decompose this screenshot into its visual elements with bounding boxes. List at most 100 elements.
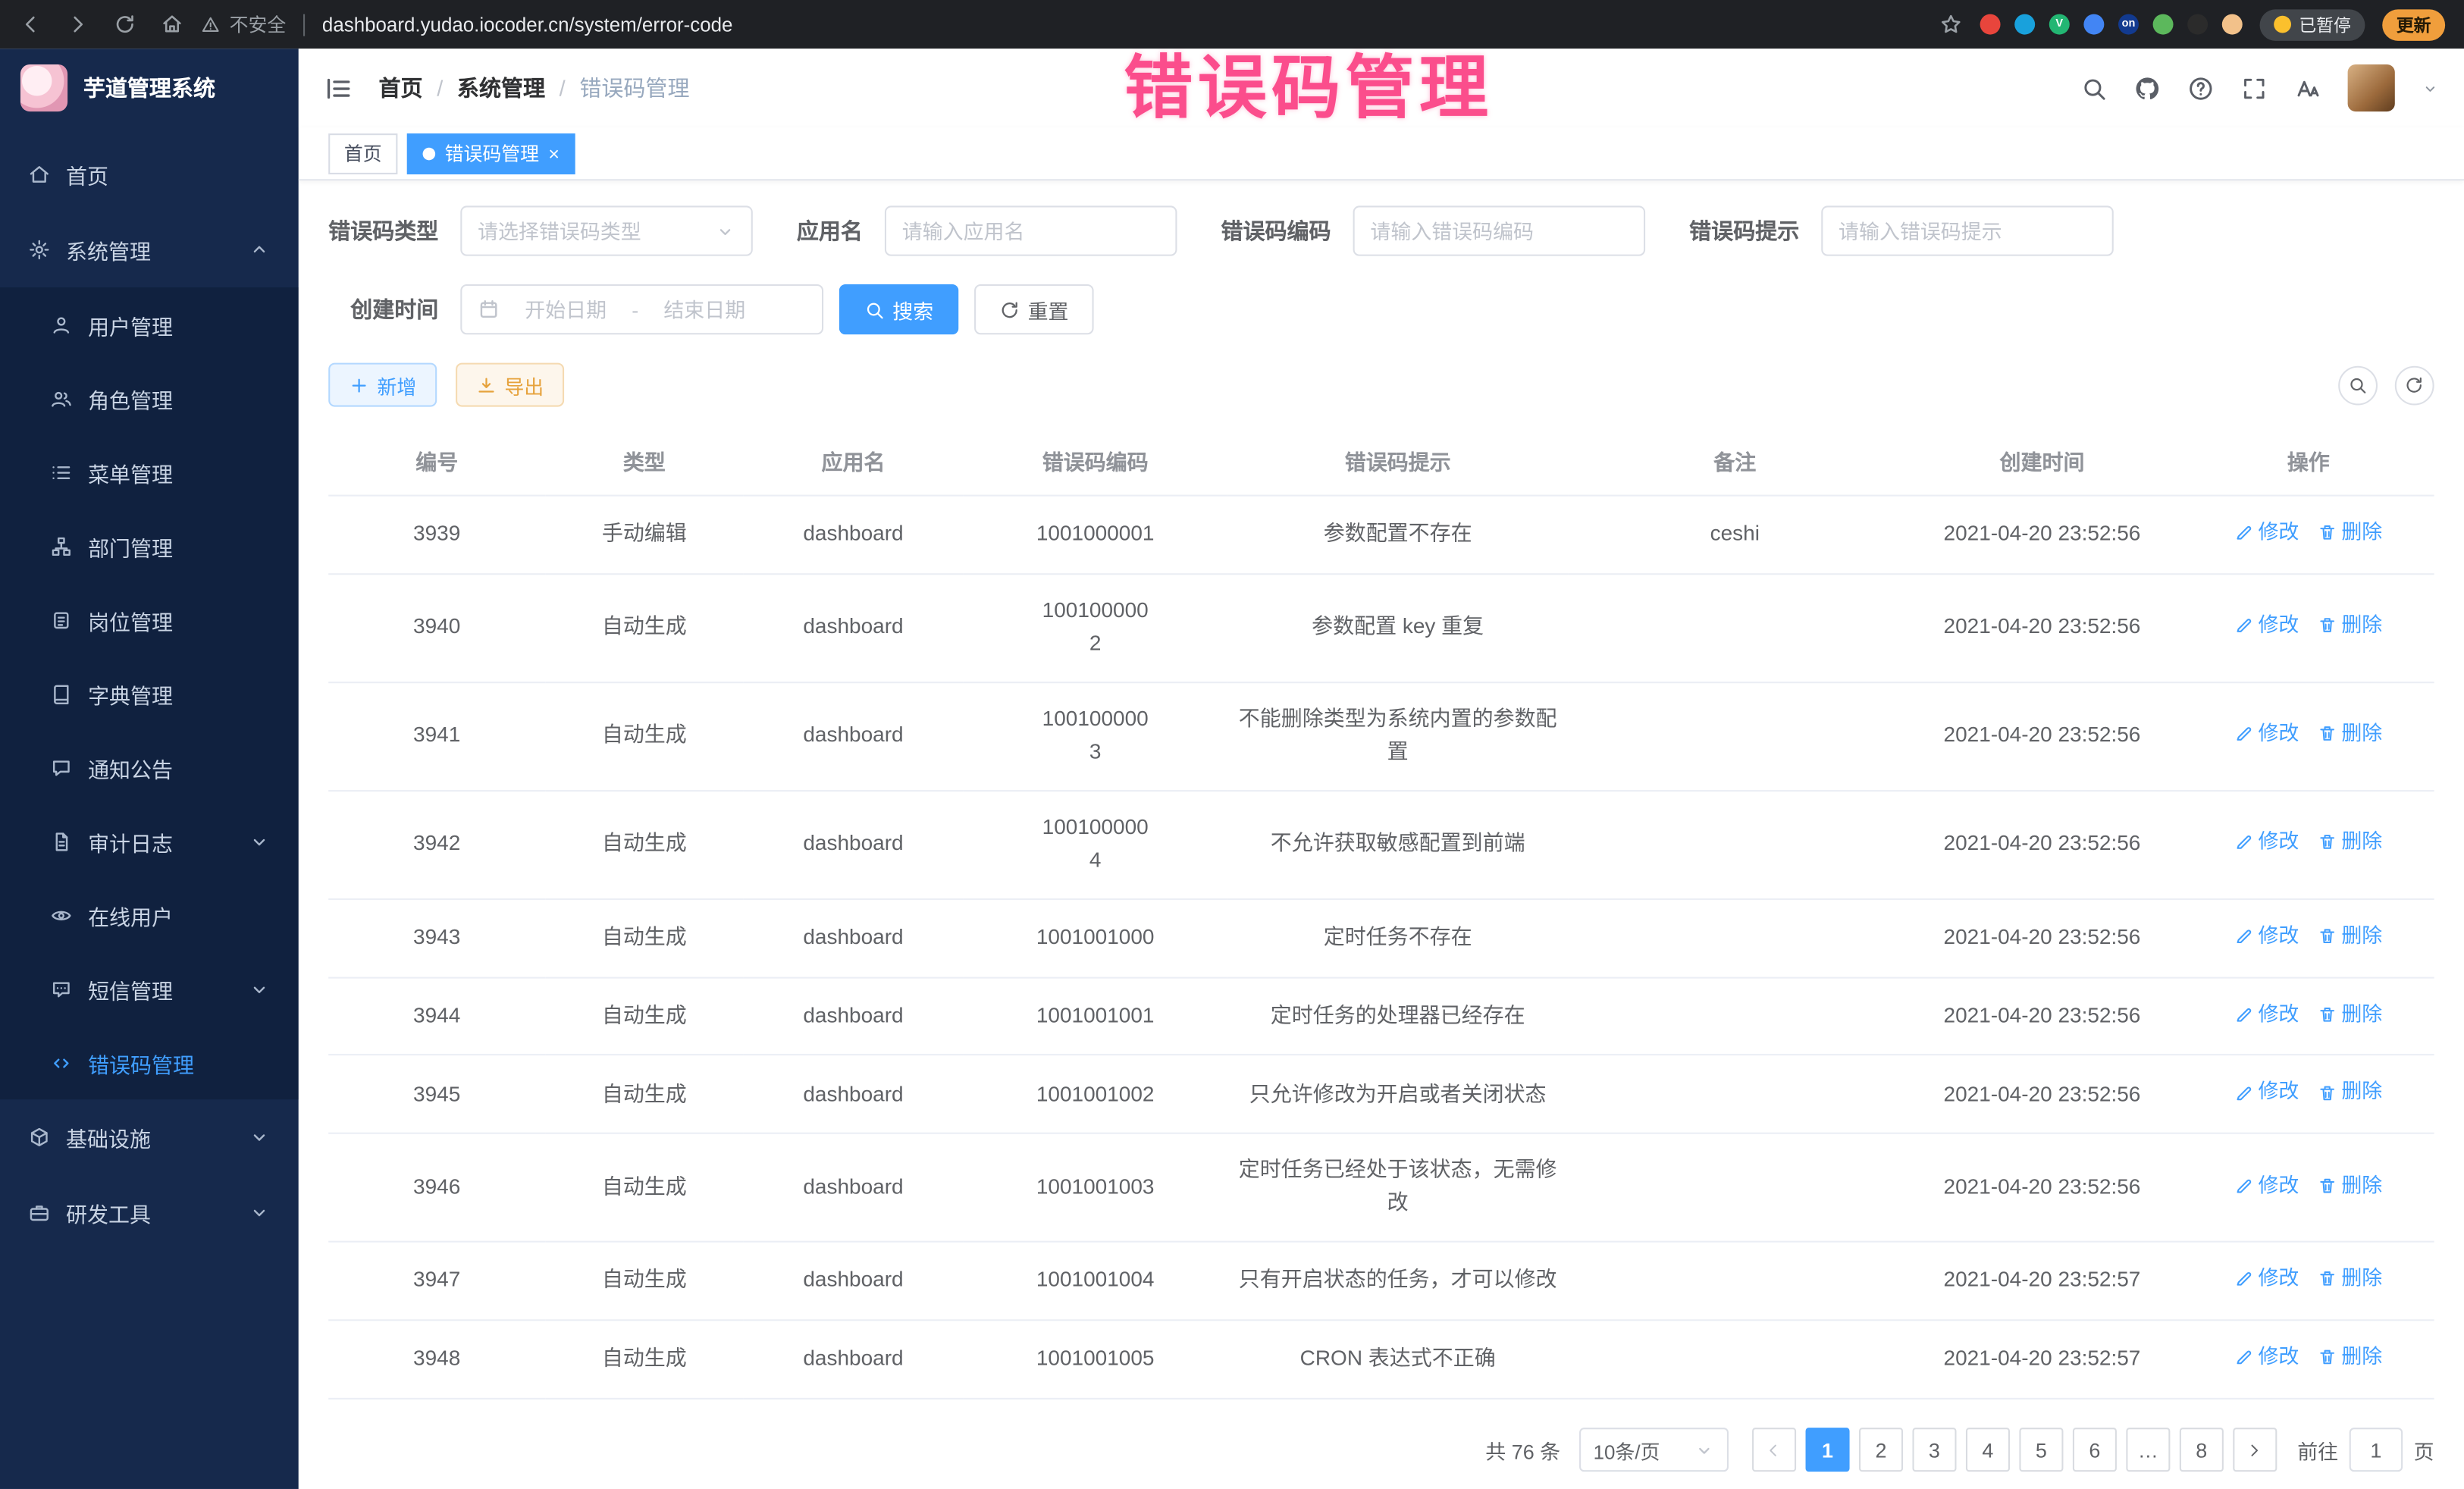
sidebar-item-tree[interactable]: 部门管理 — [0, 509, 299, 582]
sidebar-item-sms[interactable]: 短信管理 — [0, 951, 299, 1025]
bookmark-star-icon[interactable] — [1939, 13, 1963, 36]
sidebar-toggle-icon[interactable] — [324, 73, 353, 102]
extension-leaf-icon[interactable] — [2153, 14, 2174, 35]
edit-button[interactable]: 修改 — [2234, 826, 2299, 858]
fullscreen-icon[interactable] — [2241, 74, 2268, 101]
delete-button[interactable]: 删除 — [2318, 998, 2382, 1030]
delete-button[interactable]: 删除 — [2318, 610, 2382, 642]
edit-button[interactable]: 修改 — [2234, 610, 2299, 642]
browser-home-icon[interactable] — [160, 13, 183, 36]
error-msg-field[interactable] — [1821, 205, 2114, 255]
cell-time: 2021-04-20 23:52:56 — [1901, 1134, 2183, 1243]
error-type-select-input[interactable] — [478, 219, 706, 243]
edit-button[interactable]: 修改 — [2234, 718, 2299, 750]
pager-prev-button[interactable] — [1752, 1428, 1796, 1472]
date-start-input[interactable] — [509, 298, 622, 321]
edit-button[interactable]: 修改 — [2234, 1170, 2299, 1202]
breadcrumb-item[interactable]: 首页 — [379, 72, 423, 103]
delete-button[interactable]: 删除 — [2318, 1170, 2382, 1202]
extension-pin-icon[interactable] — [2187, 14, 2208, 35]
edit-button[interactable]: 修改 — [2234, 517, 2299, 549]
help-icon[interactable] — [2187, 74, 2214, 101]
export-button[interactable]: 导出 — [456, 363, 564, 407]
sidebar-item-home[interactable]: 首页 — [0, 136, 299, 212]
edit-button[interactable]: 修改 — [2234, 1342, 2299, 1374]
sidebar-item-toolbox[interactable]: 研发工具 — [0, 1175, 299, 1250]
sidebar-item-user[interactable]: 用户管理 — [0, 287, 299, 361]
sidebar-item-message[interactable]: 通知公告 — [0, 730, 299, 804]
refresh-table-button[interactable] — [2395, 365, 2434, 405]
extension-grid-icon[interactable] — [2083, 14, 2104, 35]
sidebar-item-users[interactable]: 角色管理 — [0, 361, 299, 434]
sidebar-item-badge[interactable]: 岗位管理 — [0, 583, 299, 657]
close-icon[interactable]: × — [548, 144, 560, 163]
tab-error-code[interactable]: 错误码管理× — [407, 133, 575, 174]
delete-button[interactable]: 删除 — [2318, 826, 2382, 858]
browser-back-icon[interactable] — [19, 13, 42, 36]
update-button[interactable]: 更新 — [2382, 8, 2445, 39]
pager-page-button[interactable]: 5 — [2019, 1428, 2063, 1472]
url-text[interactable]: dashboard.yudao.iocoder.cn/system/error-… — [322, 14, 733, 36]
date-end-input[interactable] — [648, 298, 761, 321]
pager-next-button[interactable] — [2233, 1428, 2277, 1472]
add-button[interactable]: 新增 — [328, 363, 437, 407]
sidebar-item-code[interactable]: 错误码管理 — [0, 1026, 299, 1099]
sidebar-item-online[interactable]: 在线用户 — [0, 878, 299, 951]
edit-icon — [2234, 1348, 2253, 1367]
security-indicator[interactable]: 不安全 — [201, 11, 286, 38]
breadcrumb-item[interactable]: 系统管理 — [457, 72, 545, 103]
github-icon[interactable] — [2134, 74, 2161, 101]
pager-page-button[interactable]: 3 — [1912, 1428, 1956, 1472]
pager-page-button[interactable]: 4 — [1966, 1428, 2010, 1472]
header-search-icon[interactable] — [2080, 74, 2107, 101]
font-size-icon[interactable] — [2294, 74, 2321, 101]
app-name-field[interactable] — [885, 205, 1177, 255]
delete-button[interactable]: 删除 — [2318, 517, 2382, 549]
edit-button[interactable]: 修改 — [2234, 1077, 2299, 1108]
toggle-search-button[interactable] — [2338, 365, 2378, 405]
sidebar-item-log[interactable]: 审计日志 — [0, 804, 299, 878]
pager-page-button[interactable]: 8 — [2180, 1428, 2224, 1472]
delete-button[interactable]: 删除 — [2318, 1263, 2382, 1295]
delete-button[interactable]: 删除 — [2318, 1342, 2382, 1374]
sidebar-item-gear[interactable]: 系统管理 — [0, 212, 299, 287]
extension-on-icon[interactable]: on — [2118, 14, 2139, 35]
pager-page-button[interactable]: 6 — [2073, 1428, 2117, 1472]
page-size-select[interactable]: 10条/页 — [1579, 1428, 1729, 1472]
filter-row-1: 错误码类型 应用名 错误码编码 — [328, 205, 2434, 255]
edit-button[interactable]: 修改 — [2234, 1263, 2299, 1295]
error-msg-input[interactable] — [1839, 219, 2096, 243]
delete-button[interactable]: 删除 — [2318, 920, 2382, 951]
reset-button[interactable]: 重置 — [974, 284, 1094, 334]
app-logo[interactable]: 芋道管理系统 — [0, 49, 299, 127]
browser-forward-icon[interactable] — [66, 13, 89, 36]
edit-button[interactable]: 修改 — [2234, 998, 2299, 1030]
create-time-range[interactable]: - — [460, 284, 823, 334]
error-code-input[interactable] — [1370, 219, 1628, 243]
pager-page-button[interactable]: 1 — [1805, 1428, 1849, 1472]
page-jump-input[interactable] — [2350, 1428, 2403, 1472]
delete-button[interactable]: 删除 — [2318, 1077, 2382, 1108]
pager-more-button[interactable]: … — [2126, 1428, 2170, 1472]
search-button[interactable]: 搜索 — [839, 284, 959, 334]
error-code-field[interactable] — [1353, 205, 1646, 255]
edit-button[interactable]: 修改 — [2234, 920, 2299, 951]
avatar[interactable] — [2348, 64, 2395, 111]
delete-button[interactable]: 删除 — [2318, 718, 2382, 750]
extension-profile-icon[interactable] — [2222, 14, 2243, 35]
extension-red-icon[interactable] — [1980, 14, 2001, 35]
error-type-select[interactable] — [460, 205, 753, 255]
extension-teal-icon[interactable] — [2014, 14, 2035, 35]
paused-badge[interactable]: 已暂停 — [2260, 8, 2365, 39]
chevron-down-icon — [715, 221, 735, 241]
tab-home[interactable]: 首页 — [328, 133, 397, 174]
extension-green-v-icon[interactable]: V — [2049, 14, 2070, 35]
sidebar-item-cube[interactable]: 基础设施 — [0, 1099, 299, 1174]
sidebar-item-book[interactable]: 字典管理 — [0, 657, 299, 730]
breadcrumb-separator: / — [560, 75, 566, 100]
chevron-down-icon[interactable] — [2422, 80, 2439, 97]
browser-reload-icon[interactable] — [113, 13, 136, 36]
app-name-input[interactable] — [902, 219, 1160, 243]
sidebar-item-menu[interactable]: 菜单管理 — [0, 435, 299, 509]
pager-page-button[interactable]: 2 — [1859, 1428, 1903, 1472]
